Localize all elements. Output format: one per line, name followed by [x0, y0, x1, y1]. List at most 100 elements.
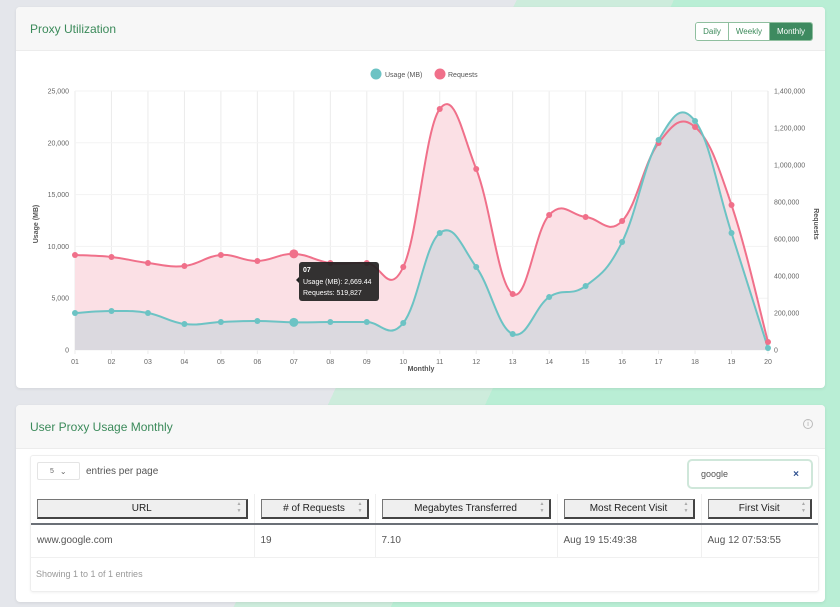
tooltip-title: 07 [303, 267, 311, 274]
data-point-usage [400, 319, 407, 326]
cell-most-recent-visit: Aug 19 15:49:38 [557, 524, 702, 558]
y2-tick-label: 800,000 [774, 200, 799, 207]
cell-first-visit: Aug 12 07:53:55 [701, 524, 818, 558]
x-tick-label: 19 [728, 359, 736, 366]
data-point-usage [254, 317, 261, 324]
monthly-button[interactable]: Monthly [769, 23, 812, 40]
per-page-label: entries per page [86, 465, 159, 477]
column-header-megabytes[interactable]: Megabytes Transferred ▲ ▼ [381, 498, 551, 519]
data-point-requests [108, 254, 115, 261]
proxy-utilization-card: Proxy Utilization Daily Weekly Monthly 0… [16, 7, 825, 388]
range-toggle: Daily Weekly Monthly [695, 22, 813, 41]
data-point-requests [509, 291, 516, 298]
data-point-usage [509, 331, 516, 338]
column-header-most-recent-visit[interactable]: Most Recent Visit ▲ ▼ [563, 498, 695, 519]
y2-tick-label: 200,000 [774, 311, 799, 318]
table-row[interactable]: www.google.com 19 7.10 Aug 19 15:49:38 A… [31, 524, 818, 558]
legend-swatch-usage [370, 68, 382, 80]
x-tick-label: 20 [764, 359, 772, 366]
cell-url: www.google.com [31, 524, 255, 558]
data-point-requests [546, 212, 553, 219]
data-point-usage [582, 282, 589, 289]
search-box: × [687, 459, 813, 489]
per-page-select[interactable]: 5 ⌄ [37, 462, 80, 480]
y2-tick-label: 1,000,000 [774, 163, 805, 170]
entries-per-page: 5 ⌄ entries per page [37, 462, 158, 480]
data-point-requests [619, 218, 626, 225]
card-header: Proxy Utilization Daily Weekly Monthly [16, 7, 825, 51]
y-axis-title: Usage (MB) [33, 205, 40, 244]
y2-tick-label: 1,200,000 [774, 126, 805, 133]
y-tick-label: 0 [65, 348, 69, 355]
x-tick-label: 01 [71, 359, 79, 366]
data-point-usage [436, 230, 443, 237]
sort-icon: ▲ ▼ [539, 500, 545, 514]
x-tick-label: 04 [181, 359, 189, 366]
data-point-usage [181, 320, 188, 327]
data-point-usage [144, 310, 151, 317]
column-header-requests[interactable]: # of Requests ▲ ▼ [260, 498, 369, 519]
sort-icon: ▲ ▼ [236, 500, 242, 514]
table-panel: 5 ⌄ entries per page × URL▲▼ # of Reques… [30, 455, 819, 592]
user-proxy-usage-card: User Proxy Usage Monthly i 5 ⌄ entries p… [16, 405, 825, 602]
data-point-usage [217, 319, 224, 326]
legend-label-usage[interactable]: Usage (MB) [385, 72, 422, 79]
x-tick-label: 17 [655, 359, 663, 366]
x-tick-label: 06 [253, 359, 261, 366]
data-point-usage [108, 308, 115, 315]
card-header: User Proxy Usage Monthly i [16, 405, 825, 449]
table-footer-info: Showing 1 to 1 of 1 entries [36, 569, 143, 579]
legend: Usage (MB) Requests [370, 68, 478, 80]
legend-swatch-requests [434, 68, 446, 80]
y-tick-label: 15,000 [48, 192, 70, 199]
data-point-requests [692, 124, 699, 131]
utilization-chart: 01 02 03 04 05 06 07 08 09 10 11 12 13 14 15 16 17 18 19 20… [33, 68, 819, 373]
card-title: Proxy Utilization [30, 21, 117, 36]
x-tick-label: 18 [691, 359, 699, 366]
data-point-requests [144, 260, 151, 267]
data-point-requests [72, 252, 78, 259]
data-point-usage [289, 317, 299, 327]
data-point-usage [655, 137, 662, 144]
x-tick-label: 08 [326, 359, 334, 366]
legend-label-requests[interactable]: Requests [448, 72, 478, 79]
data-point-usage [473, 264, 480, 271]
y-tick-label: 20,000 [48, 140, 70, 147]
usage-table: URL ▲ ▼ # of Requests ▲ ▼ Megabytes Transfer… [31, 494, 818, 558]
x-tick-label: 16 [618, 359, 626, 366]
data-point-requests [473, 166, 480, 173]
data-point-usage [327, 319, 334, 326]
table-header-row: URL ▲ ▼ # of Requests ▲ ▼ Megabytes Transfer… [31, 494, 818, 525]
x-tick-label: 14 [545, 359, 553, 366]
info-icon[interactable]: i [803, 419, 813, 429]
daily-button[interactable]: Daily [696, 23, 729, 40]
y2-tick-label: 0 [774, 348, 778, 355]
data-point-requests [582, 214, 589, 221]
x-tick-label: 03 [144, 359, 152, 366]
weekly-button[interactable]: Weekly [728, 23, 770, 40]
x-tick-label: 13 [509, 359, 517, 366]
x-tick-label: 11 [436, 359, 443, 366]
y2-axis-title: Requests [812, 208, 819, 240]
search-input[interactable] [701, 469, 791, 479]
data-point-requests [728, 202, 735, 209]
chart-tooltip: 07 Usage (MB): 2,669.44 Requests: 519,82… [296, 262, 379, 301]
card-title: User Proxy Usage Monthly [30, 419, 173, 434]
tooltip-line-usage: Usage (MB): 2,669.44 [303, 279, 372, 286]
column-header-url[interactable]: URL ▲ ▼ [37, 498, 248, 519]
cell-megabytes: 7.10 [375, 524, 558, 558]
x-tick-label: 05 [217, 359, 225, 366]
sort-icon: ▲ ▼ [357, 500, 363, 514]
y-tick-label: 5,000 [51, 296, 69, 303]
x-tick-label: 15 [582, 359, 590, 366]
sort-icon: ▲ ▼ [801, 500, 806, 514]
data-point-usage [728, 230, 735, 237]
data-point-requests [436, 106, 443, 113]
clear-search-icon[interactable]: × [793, 469, 799, 480]
x-tick-label: 09 [363, 359, 371, 366]
y2-tick-label: 600,000 [774, 237, 799, 244]
column-header-first-visit[interactable]: First Visit ▲ ▼ [707, 498, 812, 519]
sort-icon: ▲ ▼ [683, 500, 689, 514]
data-point-requests [181, 263, 188, 270]
x-tick-label: 10 [399, 359, 407, 366]
